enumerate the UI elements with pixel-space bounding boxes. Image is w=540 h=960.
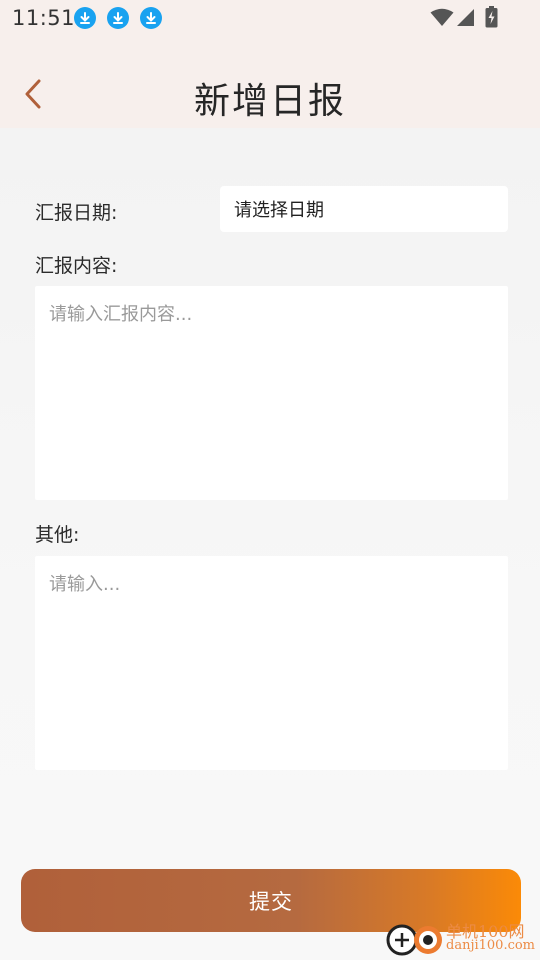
other-label: 其他: — [35, 524, 80, 546]
watermark-url: danji100.com — [446, 938, 536, 953]
wifi-icon — [430, 8, 454, 26]
page-title: 新增日报 — [193, 81, 346, 122]
other-textarea[interactable] — [35, 556, 508, 770]
download-icon — [140, 7, 162, 29]
status-time: 11:51 — [12, 6, 76, 30]
watermark-logo-icon — [386, 924, 442, 956]
download-icon — [107, 7, 129, 29]
watermark: 单机100网 danji100.com — [386, 918, 536, 958]
date-picker[interactable]: 请选择日期 — [220, 186, 508, 232]
battery-icon — [485, 6, 498, 28]
content-textarea[interactable] — [35, 286, 508, 500]
signal-icon — [457, 9, 474, 26]
app-header: 新增日报 — [0, 64, 540, 124]
download-icon — [74, 7, 96, 29]
content-label: 汇报内容: — [35, 255, 118, 277]
page: 11:51 新增日报 汇报日期: 请选择日期 汇报内容: 请输入汇报内容... … — [0, 0, 540, 960]
date-label: 汇报日期: — [35, 202, 118, 224]
status-bar: 11:51 — [0, 0, 540, 36]
